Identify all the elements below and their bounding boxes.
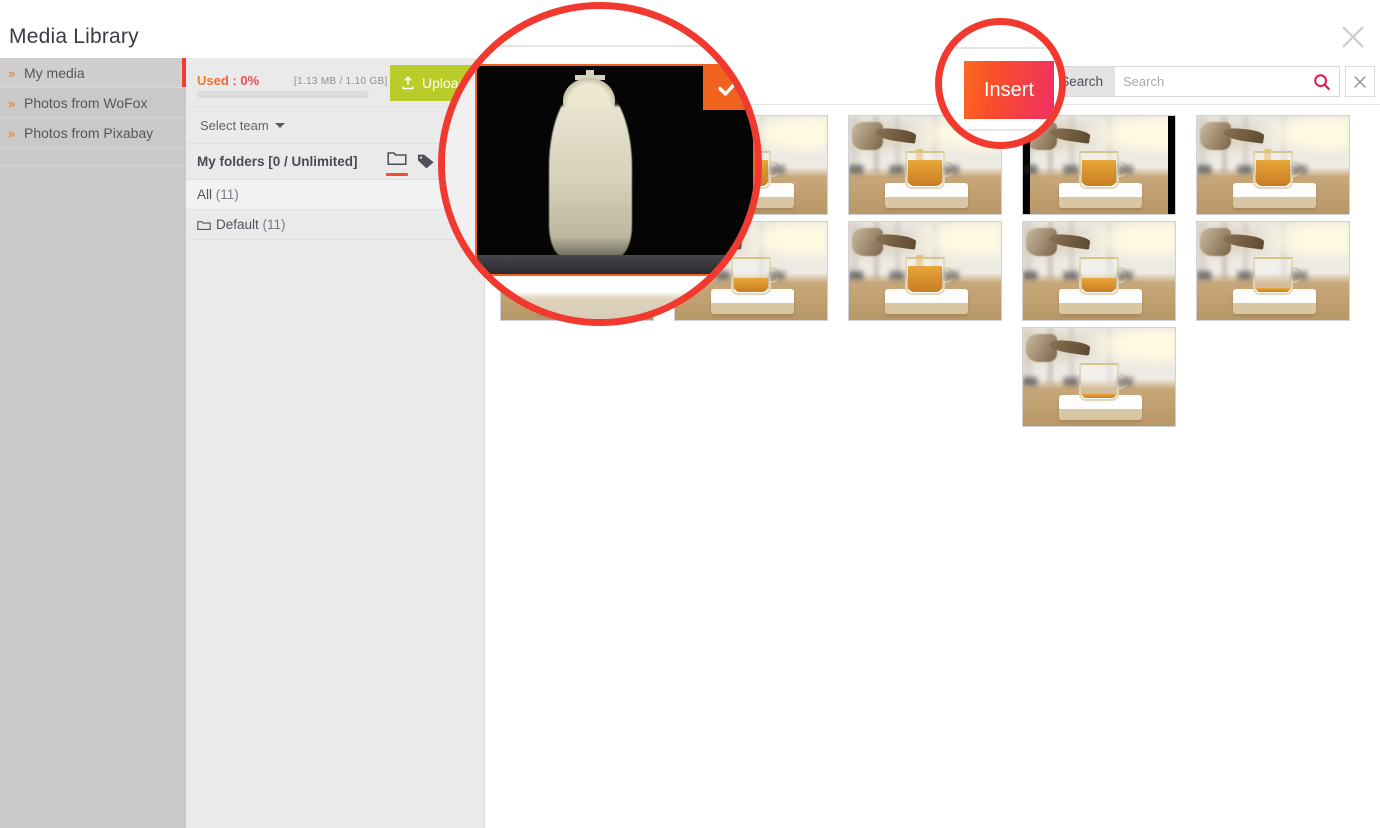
storage-used-label: Used : 0% [197, 73, 260, 88]
search-clear-button[interactable] [1345, 66, 1375, 97]
thumbnail-image [1197, 116, 1349, 214]
upload-icon [401, 67, 415, 101]
chevron-right-icon: » [8, 66, 16, 81]
thumbnail-item[interactable] [1196, 115, 1350, 215]
search-input[interactable] [1115, 67, 1305, 96]
tea-liquid [1256, 159, 1290, 186]
cup-handle [768, 161, 781, 177]
tea-liquid [908, 159, 942, 186]
callout-divider-bottom [942, 129, 1059, 131]
media-library-dialog: Media Library » My media » Photos from WoF… [0, 0, 1380, 828]
tea-cup [1253, 151, 1303, 189]
folder-name: Default [216, 217, 259, 232]
folder-row-default[interactable]: Default (11) [186, 210, 484, 240]
storage-usage-row: Used : 0% [1.13 MB / 1.10 GB] Upload [186, 58, 485, 106]
thumbnail-image [1023, 328, 1175, 426]
cup-handle [768, 267, 781, 283]
thumbnail-item[interactable] [1022, 327, 1176, 427]
callout-divider [445, 45, 755, 47]
thumbnail-image [1023, 222, 1175, 320]
cup-handle [1116, 267, 1129, 283]
thumbnail-image [849, 222, 1001, 320]
selected-thumbnail-callout [438, 2, 762, 326]
thumbnail-item[interactable] [848, 221, 1002, 321]
tea-cup [1079, 257, 1129, 295]
tea-cup [1079, 363, 1129, 401]
tea-cup [1253, 257, 1303, 295]
storage-progress-bar [197, 91, 369, 98]
sidebar-item-label: Photos from Pixabay [24, 125, 154, 141]
chevron-right-icon: » [8, 96, 16, 111]
selection-check-badge[interactable] [703, 66, 753, 110]
cup-handle [1290, 267, 1303, 283]
tea-liquid [1082, 277, 1116, 292]
tea-cup [905, 257, 955, 295]
thumbnail-image [1197, 222, 1349, 320]
sidebar-item-label: Photos from WoFox [24, 95, 148, 111]
magnified-insert-button[interactable]: Insert [964, 61, 1054, 119]
folder-active-underline [386, 173, 408, 176]
folder-name: All [197, 187, 213, 202]
folder-icon[interactable] [386, 151, 408, 176]
sidebar-item-photos-wofox[interactable]: » Photos from WoFox [0, 88, 186, 118]
cup-handle [942, 267, 955, 283]
chevron-right-icon: » [8, 126, 16, 141]
thumbnail-item[interactable] [1022, 221, 1176, 321]
storage-quota-label: [1.13 MB / 1.10 GB] [294, 76, 388, 87]
callout-divider-top [942, 47, 1059, 49]
sidebar-item-photos-pixabay[interactable]: » Photos from Pixabay [0, 118, 186, 148]
my-folders-title: My folders [0 / Unlimited] [197, 154, 358, 169]
folder-count: (11) [215, 187, 239, 202]
tea-liquid [908, 265, 942, 292]
tea-liquid [1256, 288, 1290, 292]
cup-handle [1116, 373, 1129, 389]
insert-button-callout: Insert [935, 18, 1066, 149]
magnified-selected-thumbnail[interactable] [475, 64, 755, 276]
search-bar: Search [1047, 66, 1340, 97]
sidebar-filler [0, 148, 186, 166]
search-icon[interactable] [1305, 67, 1339, 96]
chevron-down-icon [274, 123, 285, 128]
folder-icon [197, 212, 211, 242]
statue-figure [548, 82, 632, 258]
tea-liquid [1082, 394, 1116, 398]
close-icon[interactable] [1336, 20, 1370, 54]
select-team-label: Select team [200, 118, 269, 133]
sidebar-item-my-media[interactable]: » My media [0, 58, 186, 88]
callout-panel-edge [445, 67, 475, 297]
cup-handle [1290, 161, 1303, 177]
scene-floor [477, 255, 753, 274]
folder-count: (11) [262, 217, 286, 232]
tag-icon[interactable] [417, 153, 435, 174]
sidebar: » My media » Photos from WoFox » Photos fro… [0, 58, 186, 828]
cup-handle [942, 161, 955, 177]
sidebar-item-label: My media [24, 65, 85, 81]
page-title: Media Library [9, 25, 139, 48]
thumbnail-item[interactable] [1196, 221, 1350, 321]
select-team-dropdown[interactable]: Select team [200, 118, 285, 133]
tea-cup [905, 151, 955, 189]
